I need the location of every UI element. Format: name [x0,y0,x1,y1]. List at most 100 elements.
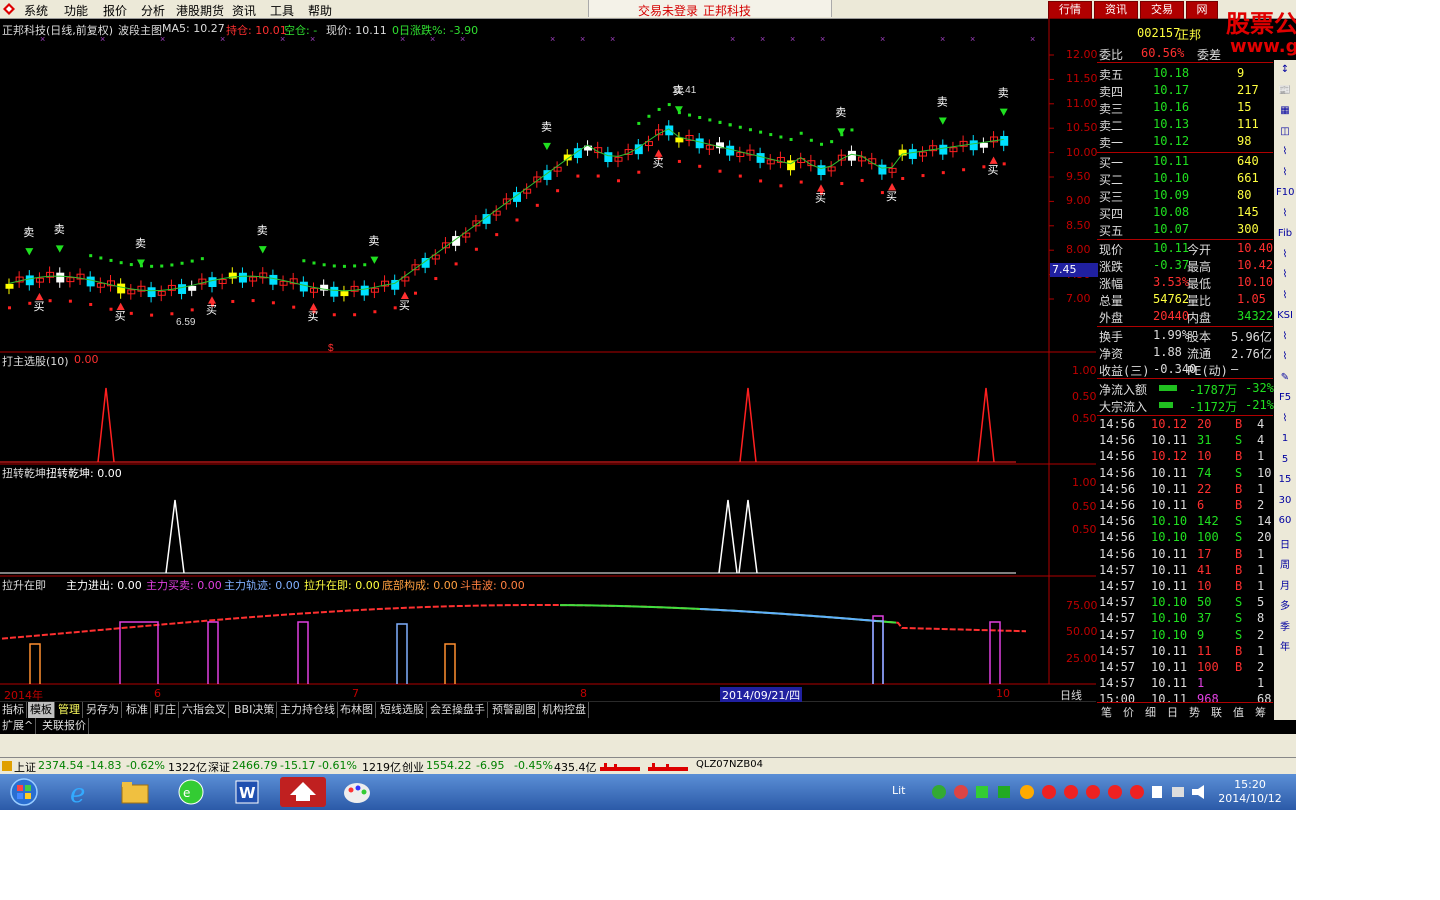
tick-row[interactable]: 14:57 10.11 1 1 [1097,676,1273,692]
system-clock[interactable]: 15:20 2014/10/12 [1218,778,1282,806]
bid-row[interactable]: 买一 10.11 640 [1097,154,1273,170]
bid-row[interactable]: 买四 10.08 145 [1097,205,1273,221]
tab-market-button[interactable]: 行情 [1048,1,1092,19]
side-tool-button[interactable]: ⌇ [1276,290,1294,306]
tab-six-index[interactable]: 六指会叉 [180,702,229,718]
side-tool-button[interactable]: ↕ [1276,64,1294,80]
quote-tab-1[interactable]: 价 [1123,704,1134,720]
side-tool-button[interactable]: ⌇ [1276,146,1294,162]
panel2-title[interactable]: 扭转乾坤 [2,465,46,481]
stat-row[interactable]: 总量 54762 量比 1.05 [1097,292,1273,308]
index-sh-name[interactable]: 上证 [14,759,36,775]
index-sz-name[interactable]: 深证 [208,759,230,775]
side-tool-button[interactable]: 📰 [1276,85,1294,101]
stat2-row[interactable]: 收益(三) -0.340 PE(动) — [1097,362,1273,378]
tick-row[interactable]: 14:56 10.12 10 B 1 [1097,449,1273,465]
side-tool-button[interactable]: 周 [1276,556,1294,572]
start-button-icon[interactable] [2,777,48,807]
ask-row[interactable]: 卖二 10.13 111 [1097,117,1273,133]
side-tool-button[interactable]: ▦ [1276,105,1294,121]
quote-tab-6[interactable]: 值 [1233,704,1244,720]
side-tool-button[interactable]: ⌇ [1276,331,1294,347]
period-label[interactable]: 日线 [1060,687,1082,703]
bid-row[interactable]: 买五 10.07 300 [1097,222,1273,238]
tick-row[interactable]: 14:56 10.11 74 S 10 [1097,466,1273,482]
stat-row[interactable]: 涨跌 -0.37 最高 10.42 [1097,258,1273,274]
chart-area[interactable]: ××××××××××××××××××××卖卖卖卖卖卖卖卖卖卖买买买买买买买买买6… [0,18,1096,718]
tab-web-button[interactable]: 网 [1186,1,1218,19]
ask-row[interactable]: 卖四 10.17 217 [1097,83,1273,99]
side-tool-button[interactable]: ⌇ [1276,167,1294,183]
tab-template[interactable]: 模板 [28,702,55,718]
side-tool-button[interactable]: 季 [1276,618,1294,634]
tick-row[interactable]: 14:56 10.10 100 S 20 [1097,530,1273,546]
tab-trade-button[interactable]: 交易 [1140,1,1184,19]
menu-help[interactable]: 帮助 [308,2,332,19]
ie-browser-icon[interactable]: e [58,777,104,807]
tick-row[interactable]: 14:56 10.10 142 S 14 [1097,514,1273,530]
system-tray-icons[interactable] [930,783,1210,801]
quote-tab-3[interactable]: 日 [1167,704,1178,720]
side-tool-button[interactable]: 日 [1276,536,1294,552]
stat2-row[interactable]: 净资 1.88 流通 2.76亿 [1097,345,1273,361]
ask-row[interactable]: 卖五 10.18 9 [1097,66,1273,82]
side-tool-button[interactable]: 30 [1276,495,1294,511]
stat-row[interactable]: 现价 10.11 今开 10.40 [1097,241,1273,257]
tick-row[interactable]: 14:56 10.11 31 S 4 [1097,433,1273,449]
side-tool-button[interactable]: ⌇ [1276,249,1294,265]
menu-hk-futures[interactable]: 港股期货 [176,2,224,19]
kline-chart-svg[interactable]: ××××××××××××××××××××卖卖卖卖卖卖卖卖卖卖买买买买买买买买买6… [0,18,1096,718]
tick-row[interactable]: 14:57 10.10 9 S2 [1097,628,1273,644]
stat-row[interactable]: 外盘 20440 内盘 34322 [1097,309,1273,325]
side-tool-button[interactable]: 年 [1276,638,1294,654]
side-tool-button[interactable]: 60 [1276,515,1294,531]
trading-app-icon[interactable] [280,777,326,807]
side-tool-button[interactable]: ⌇ [1276,351,1294,367]
tick-row[interactable]: 14:56 10.11 6 B2 [1097,498,1273,514]
tick-row[interactable]: 14:57 10.10 37 S 8 [1097,611,1273,627]
bid-row[interactable]: 买二 10.10 661 [1097,171,1273,187]
ask-row[interactable]: 卖一 10.12 98 [1097,134,1273,150]
side-tool-button[interactable]: KSI [1276,310,1294,326]
tab-trader[interactable]: 会至操盘手 [428,702,488,718]
stat2-row[interactable]: 换手 1.99% 股本 5.96亿 [1097,328,1273,344]
menu-system[interactable]: 系统 [24,2,48,19]
tab-holding-line[interactable]: 主力持仓线 [278,702,338,718]
side-tool-button[interactable]: 月 [1276,577,1294,593]
tick-row[interactable]: 14:57 10.11 41 B 1 [1097,563,1273,579]
side-tool-button[interactable]: ⌇ [1276,208,1294,224]
side-tool-button[interactable]: 5 [1276,454,1294,470]
tick-row[interactable]: 14:57 10.11 10 B 1 [1097,579,1273,595]
panel1-title[interactable]: 打主选股(10) [2,353,69,369]
tab-alert[interactable]: 预警副图 [490,702,539,718]
tick-row[interactable]: 14:57 10.11 11 B 1 [1097,644,1273,660]
side-tool-button[interactable]: 15 [1276,474,1294,490]
tab-bbi[interactable]: BBI决策 [232,702,277,718]
stat-row[interactable]: 涨幅 3.53% 最低 10.10 [1097,275,1273,291]
menu-tools[interactable]: 工具 [270,2,294,19]
side-tool-button[interactable]: 多 [1276,597,1294,613]
tab-save-as[interactable]: 另存为 [84,702,122,718]
menu-function[interactable]: 功能 [64,2,88,19]
flow-row[interactable]: 大宗流入 -1172万 -21% [1097,398,1273,414]
related-quote-button[interactable]: 关联报价 [40,718,89,734]
tab-institution[interactable]: 机构控盘 [540,702,589,718]
tab-bollinger[interactable]: 布林图 [338,702,376,718]
paint-icon[interactable] [334,777,380,807]
panel3-title[interactable]: 拉升在即 [2,577,46,593]
side-tool-button[interactable]: Fib [1276,228,1294,244]
tick-row[interactable]: 14:57 10.11 100 B 2 [1097,660,1273,676]
indicator-name[interactable]: 波段主图 [118,22,162,38]
tab-manage[interactable]: 管理 [56,702,83,718]
ask-row[interactable]: 卖三 10.16 15 [1097,100,1273,116]
index-cy-name[interactable]: 创业 [402,759,424,775]
flow-row[interactable]: 净流入额 -1787万 -32% [1097,381,1273,397]
side-tool-button[interactable]: 1 [1276,433,1294,449]
quote-tab-5[interactable]: 联 [1211,704,1222,720]
bid-row[interactable]: 买三 10.09 80 [1097,188,1273,204]
tab-watch[interactable]: 盯庄 [152,702,179,718]
extend-button[interactable]: 扩展^ [0,718,36,734]
menu-analysis[interactable]: 分析 [141,2,165,19]
tab-standard[interactable]: 标准 [124,702,151,718]
tab-short-select[interactable]: 短线选股 [378,702,427,718]
